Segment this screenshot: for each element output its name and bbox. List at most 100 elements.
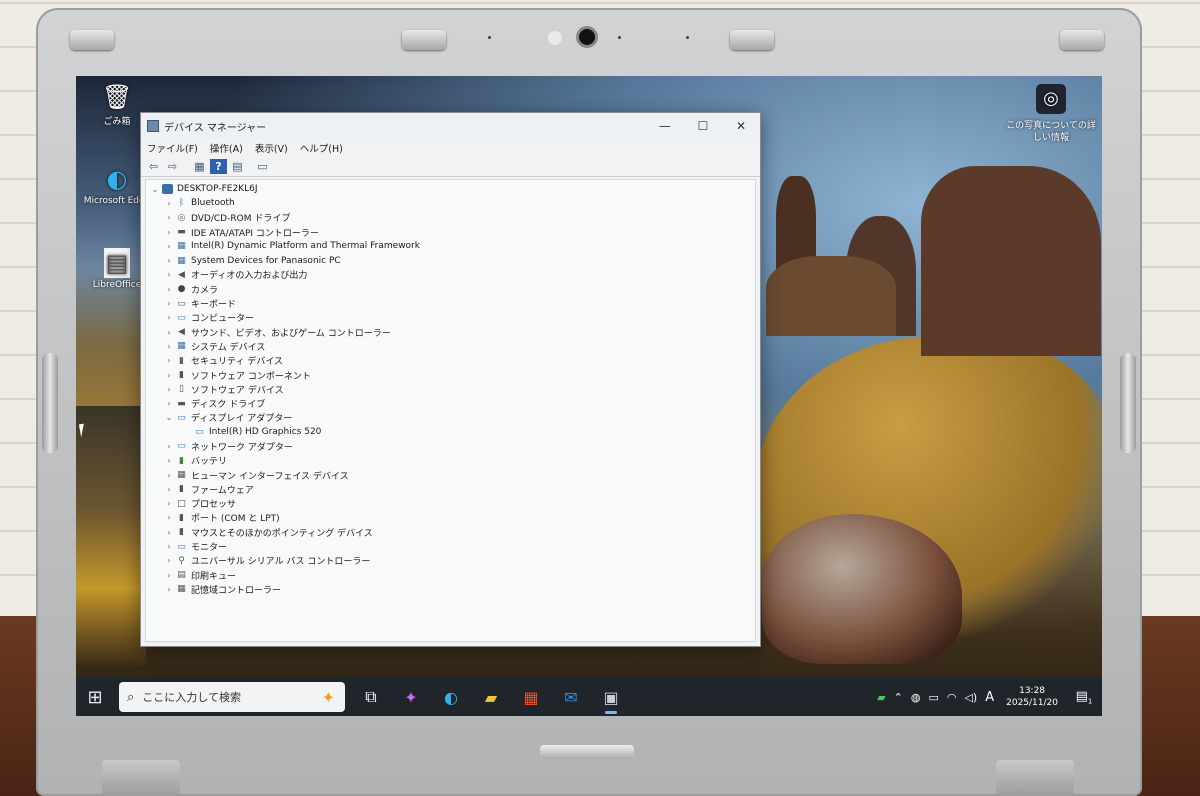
chevron-right-icon[interactable]: ›	[164, 556, 174, 565]
device-category[interactable]: › ▭ キーボード	[146, 296, 755, 311]
help-icon[interactable]: ?	[210, 159, 227, 174]
device-category[interactable]: › ▦ Intel(R) Dynamic Platform and Thermal …	[146, 239, 755, 253]
device-category[interactable]: › ▦ ヒューマン インターフェイス デバイス	[146, 468, 755, 482]
device-category[interactable]: › ▮ ポート (COM と LPT)	[146, 511, 755, 525]
menu-help[interactable]: ヘルプ(H)	[300, 141, 343, 155]
chevron-right-icon[interactable]: ›	[164, 199, 174, 208]
taskbar-file-explorer[interactable]: ▰	[471, 678, 511, 716]
taskbar-task-view[interactable]: ⧉	[351, 678, 391, 716]
chevron-right-icon[interactable]: ›	[164, 385, 174, 394]
device-category[interactable]: › ◀ オーディオの入力および出力	[146, 268, 755, 282]
spotlight-info[interactable]: ◎ この写真についての詳しい情報	[1006, 84, 1096, 144]
camera-icon: ●	[177, 284, 186, 295]
chevron-right-icon[interactable]: ›	[164, 399, 174, 408]
hinge-latch-center-left	[402, 30, 446, 50]
chevron-right-icon[interactable]: ›	[164, 442, 174, 451]
chevron-right-icon[interactable]: ›	[164, 242, 174, 251]
search-icon: ⌕	[127, 689, 135, 705]
chevron-right-icon[interactable]: ›	[164, 270, 174, 279]
back-arrow-icon[interactable]: ⇦	[145, 159, 162, 174]
ime-indicator[interactable]: A	[985, 690, 994, 705]
chevron-up-icon[interactable]: ⌃	[894, 691, 903, 704]
tree-root-label: DESKTOP-FE2KL6J	[177, 184, 258, 195]
sensor-dot	[488, 36, 491, 39]
chevron-right-icon[interactable]: ›	[164, 499, 174, 508]
device-category[interactable]: › ▦ システム デバイス	[146, 339, 755, 353]
device-category[interactable]: › ▮ ソフトウェア コンポーネント	[146, 368, 755, 382]
monitor-icon[interactable]: ▭	[254, 159, 271, 174]
chevron-right-icon[interactable]: ›	[164, 285, 174, 294]
tree-root[interactable]: ⌄ DESKTOP-FE2KL6J	[146, 182, 755, 196]
device-category[interactable]: › ▮ マウスとそのほかのポインティング デバイス	[146, 525, 755, 539]
chevron-right-icon[interactable]: ›	[164, 342, 174, 351]
device-category[interactable]: › ▤ 印刷キュー	[146, 568, 755, 582]
device-category[interactable]: › ● カメラ	[146, 282, 755, 296]
clock[interactable]: 13:28 2025/11/20	[1006, 685, 1058, 709]
menu-action[interactable]: 操作(A)	[210, 141, 243, 155]
minimize-button[interactable]: —	[646, 119, 684, 133]
device-category[interactable]: › ▭ コンピューター	[146, 311, 755, 325]
chevron-down-icon[interactable]: ⌄	[164, 413, 174, 422]
chevron-right-icon[interactable]: ›	[164, 542, 174, 551]
taskbar-copilot[interactable]: ✦	[391, 678, 431, 716]
chevron-right-icon[interactable]: ›	[164, 471, 174, 480]
device-category[interactable]: › □ プロセッサ	[146, 497, 755, 511]
taskbar-outlook[interactable]: ✉	[551, 678, 591, 716]
device-category[interactable]: › ▦ System Devices for Panasonic PC	[146, 253, 755, 267]
chevron-right-icon[interactable]: ›	[164, 299, 174, 308]
toolbar: ⇦ ⇨ ▦ ? ▤ ▭	[141, 157, 760, 177]
view-icon[interactable]: ▤	[229, 159, 246, 174]
chevron-right-icon[interactable]: ›	[164, 585, 174, 594]
device-category[interactable]: › ⚲ ユニバーサル シリアル バス コントローラー	[146, 554, 755, 568]
device-manager-window: デバイス マネージャー — ☐ ✕ ファイル(F) 操作(A) 表示(V) ヘル…	[140, 112, 761, 647]
chevron-right-icon[interactable]: ›	[164, 328, 174, 337]
chevron-right-icon[interactable]: ›	[164, 256, 174, 265]
device-category[interactable]: › ◎ DVD/CD-ROM ドライブ	[146, 211, 755, 225]
notification-icon[interactable]: ▤1	[1070, 689, 1098, 706]
menu-view[interactable]: 表示(V)	[255, 141, 288, 155]
speaker-icon[interactable]: ◁)	[964, 691, 977, 704]
chevron-right-icon[interactable]: ›	[164, 371, 174, 380]
device-category[interactable]: › ▦ 記憶域コントローラー	[146, 582, 755, 596]
chevron-right-icon[interactable]: ›	[164, 313, 174, 322]
nvidia-tray-icon[interactable]: ▰	[877, 691, 885, 704]
device-category[interactable]: › ◀ サウンド、ビデオ、およびゲーム コントローラー	[146, 325, 755, 339]
desktop-icon-label: LibreOffice	[92, 280, 142, 290]
device-category[interactable]: › ▮ バッテリ	[146, 454, 755, 468]
taskbar-device-manager[interactable]: ▣	[591, 678, 631, 716]
chevron-right-icon[interactable]: ›	[164, 485, 174, 494]
battery-icon[interactable]: ▭	[928, 691, 938, 704]
maximize-button[interactable]: ☐	[684, 119, 722, 133]
device-category[interactable]: ⌄ ▭ ディスプレイ アダプター	[146, 411, 755, 425]
device-category[interactable]: › ▮ セキュリティ デバイス	[146, 354, 755, 368]
device-category[interactable]: › ▭ ネットワーク アダプター	[146, 439, 755, 453]
device-category[interactable]: › ▮ ファームウェア	[146, 482, 755, 496]
taskbar-search[interactable]: ⌕ ここに入力して検索 ✦	[119, 682, 345, 712]
wifi-icon[interactable]: ◠	[947, 691, 957, 704]
title-bar[interactable]: デバイス マネージャー — ☐ ✕	[141, 113, 760, 139]
taskbar-microsoft-store[interactable]: ▦	[511, 678, 551, 716]
windows-start-icon[interactable]: ⊞	[76, 687, 114, 708]
device-item[interactable]: ▭ Intel(R) HD Graphics 520	[146, 425, 755, 439]
device-category[interactable]: › ▬ ディスク ドライブ	[146, 396, 755, 411]
device-category[interactable]: › ▬ IDE ATA/ATAPI コントローラー	[146, 225, 755, 239]
forward-arrow-icon[interactable]: ⇨	[164, 159, 181, 174]
chevron-right-icon[interactable]: ›	[164, 228, 174, 237]
chevron-right-icon[interactable]: ›	[164, 513, 174, 522]
close-button[interactable]: ✕	[722, 119, 760, 133]
taskbar-edge[interactable]: ◐	[431, 678, 471, 716]
device-category[interactable]: › ▯ ソフトウェア デバイス	[146, 382, 755, 396]
chevron-down-icon[interactable]: ⌄	[150, 185, 160, 194]
chevron-right-icon[interactable]: ›	[164, 213, 174, 222]
chevron-right-icon[interactable]: ›	[164, 356, 174, 365]
notification-count: 1	[1087, 697, 1093, 706]
chevron-right-icon[interactable]: ›	[164, 571, 174, 580]
menu-file[interactable]: ファイル(F)	[147, 141, 198, 155]
device-category[interactable]: › ᛒ Bluetooth	[146, 196, 755, 210]
device-label: Bluetooth	[191, 198, 235, 209]
meet-now-icon[interactable]: ◍	[911, 691, 921, 704]
chevron-right-icon[interactable]: ›	[164, 456, 174, 465]
chevron-right-icon[interactable]: ›	[164, 528, 174, 537]
device-category[interactable]: › ▭ モニター	[146, 539, 755, 554]
properties-icon[interactable]: ▦	[191, 159, 208, 174]
